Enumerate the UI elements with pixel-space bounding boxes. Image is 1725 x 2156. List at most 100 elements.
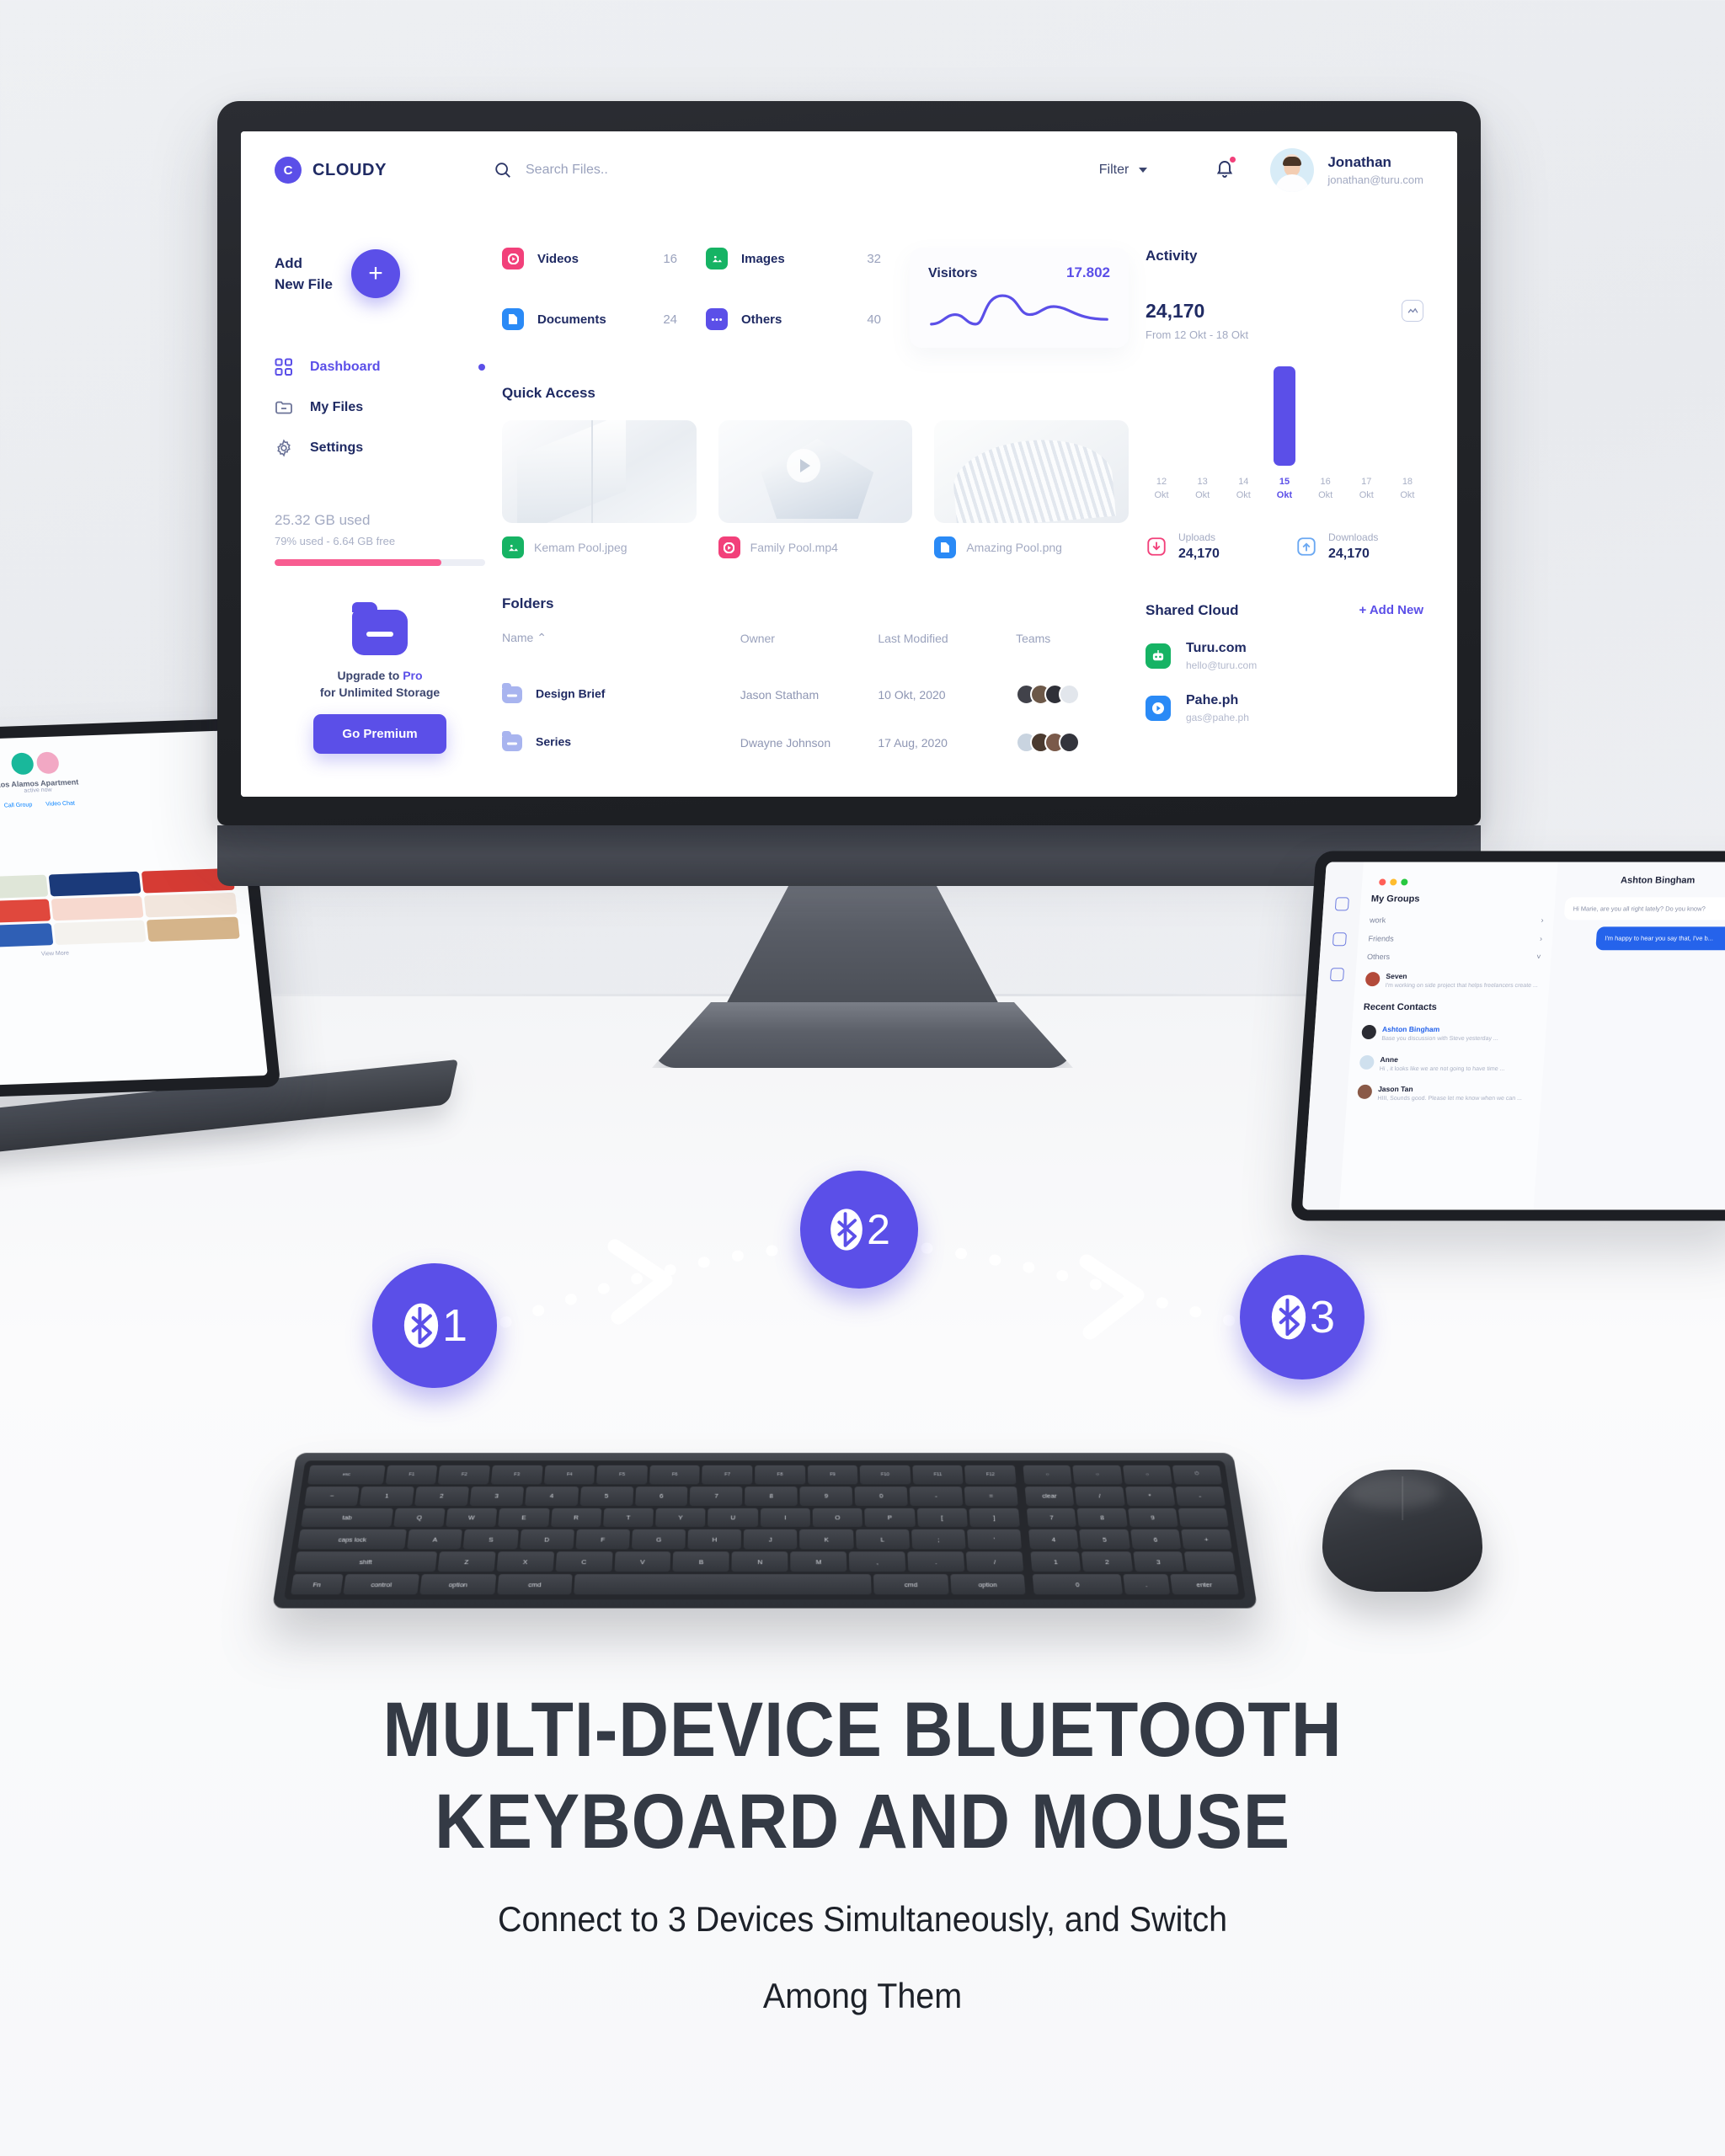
keyboard-key[interactable]: ~ bbox=[304, 1486, 360, 1506]
keyboard-key[interactable]: [ bbox=[916, 1508, 968, 1528]
keyboard-key[interactable]: O bbox=[812, 1508, 863, 1528]
keyboard-key[interactable]: Z bbox=[437, 1551, 496, 1572]
keyboard-key[interactable]: 8 bbox=[1076, 1508, 1128, 1528]
keyboard-key[interactable]: 6 bbox=[1130, 1529, 1182, 1550]
keyboard-key[interactable]: cmd bbox=[873, 1574, 949, 1595]
keyboard-key[interactable]: 6 bbox=[634, 1486, 688, 1506]
keyboard-key[interactable]: U bbox=[708, 1508, 758, 1528]
keyboard-key[interactable]: 3 bbox=[1132, 1551, 1184, 1572]
keyboard-key[interactable]: F2 bbox=[438, 1465, 491, 1485]
keyboard-key[interactable]: B bbox=[672, 1551, 730, 1572]
keyboard-key[interactable]: 0 bbox=[1032, 1574, 1124, 1595]
keyboard-key[interactable]: 5 bbox=[1079, 1529, 1130, 1550]
keyboard-key[interactable]: C bbox=[555, 1551, 613, 1572]
keyboard-key[interactable] bbox=[1183, 1551, 1236, 1572]
keyboard-key[interactable]: enter bbox=[1169, 1574, 1239, 1595]
stat-others[interactable]: Others 40 bbox=[706, 308, 881, 330]
keyboard-key[interactable]: F4 bbox=[543, 1465, 595, 1485]
sidebar-item-dashboard[interactable]: Dashboard bbox=[275, 347, 485, 387]
laptop-video-chat-button[interactable]: Video Chat bbox=[45, 801, 75, 808]
keyboard-key[interactable]: , bbox=[849, 1551, 906, 1572]
keyboard-key[interactable]: F1 bbox=[385, 1465, 438, 1485]
keyboard-key[interactable]: 0 bbox=[854, 1486, 908, 1506]
keyboard-key[interactable]: * bbox=[1124, 1486, 1176, 1506]
column-header-teams[interactable]: Teams bbox=[1016, 631, 1129, 670]
keyboard-key[interactable]: 2 bbox=[1081, 1551, 1133, 1572]
keyboard-key[interactable]: caps lock bbox=[297, 1529, 408, 1550]
go-premium-button[interactable]: Go Premium bbox=[313, 714, 446, 754]
keyboard-key[interactable]: V bbox=[614, 1551, 671, 1572]
keyboard-key[interactable]: F3 bbox=[490, 1465, 543, 1485]
shared-cloud-item[interactable]: Turu.com hello@turu.com bbox=[1146, 641, 1423, 671]
keyboard-key[interactable] bbox=[574, 1574, 872, 1595]
keyboard-key[interactable]: I bbox=[760, 1508, 810, 1528]
keyboard-key[interactable]: shift bbox=[294, 1551, 437, 1572]
keyboard-key[interactable]: = bbox=[964, 1486, 1018, 1506]
keyboard-key[interactable]: + bbox=[1180, 1529, 1232, 1550]
keyboard-key[interactable]: 3 bbox=[469, 1486, 524, 1506]
sidebar-item-settings[interactable]: Settings bbox=[275, 428, 485, 468]
keyboard-key[interactable]: F10 bbox=[859, 1465, 911, 1485]
keyboard-key[interactable]: . bbox=[907, 1551, 965, 1572]
keyboard-key[interactable]: ] bbox=[969, 1508, 1020, 1528]
keyboard-key[interactable]: E bbox=[498, 1508, 550, 1528]
list-item[interactable]: Seven I'm working on side project that h… bbox=[1365, 966, 1541, 995]
keyboard-key[interactable]: Y bbox=[655, 1508, 706, 1528]
contacts-icon[interactable] bbox=[1332, 932, 1348, 947]
keyboard-key[interactable]: 1 bbox=[359, 1486, 414, 1506]
keyboard-key[interactable]: option bbox=[419, 1574, 496, 1595]
keyboard-key[interactable]: F bbox=[575, 1529, 630, 1550]
group-item-friends[interactable]: Friends › bbox=[1368, 929, 1543, 947]
group-item-others[interactable]: Others ˅ bbox=[1366, 947, 1541, 966]
keyboard-key[interactable]: / bbox=[1075, 1486, 1125, 1506]
keyboard-key[interactable] bbox=[1178, 1508, 1229, 1528]
keyboard-key[interactable]: - bbox=[909, 1486, 964, 1506]
keyboard-key[interactable]: esc bbox=[307, 1465, 386, 1485]
keyboard-key[interactable]: 4 bbox=[1028, 1529, 1079, 1550]
keyboard-key[interactable]: control bbox=[343, 1574, 420, 1595]
keyboard-key[interactable]: / bbox=[965, 1551, 1024, 1572]
keyboard-key[interactable]: Q bbox=[393, 1508, 446, 1528]
keyboard-key[interactable]: P bbox=[864, 1508, 916, 1528]
laptop-call-group-button[interactable]: Call Group bbox=[3, 802, 32, 808]
keyboard-key[interactable]: F6 bbox=[649, 1465, 701, 1485]
notification-bell-button[interactable] bbox=[1215, 156, 1236, 184]
keyboard-key[interactable]: R bbox=[550, 1508, 602, 1528]
search-input[interactable]: Search Files.. bbox=[526, 163, 608, 178]
keyboard-key[interactable]: 7 bbox=[1026, 1508, 1077, 1528]
filter-dropdown[interactable]: Filter bbox=[1099, 163, 1148, 178]
keyboard-key[interactable]: . bbox=[1123, 1574, 1170, 1595]
add-new-button[interactable]: + Add New bbox=[1359, 603, 1423, 617]
keyboard-key[interactable]: 4 bbox=[524, 1486, 579, 1506]
quick-access-item[interactable]: Kemam Pool.jpeg bbox=[502, 420, 697, 558]
keyboard-key[interactable]: M bbox=[790, 1551, 847, 1572]
laptop-view-more-link[interactable]: View More bbox=[0, 944, 241, 963]
quick-access-item[interactable]: Amazing Pool.png bbox=[934, 420, 1129, 558]
sidebar-item-my-files[interactable]: My Files bbox=[275, 387, 485, 428]
keyboard-key[interactable]: X bbox=[496, 1551, 554, 1572]
list-item[interactable]: Jason Tan HIII, Sounds good. Please let … bbox=[1356, 1079, 1532, 1108]
brand[interactable]: C CLOUDY bbox=[275, 157, 494, 184]
keyboard-key[interactable]: A bbox=[407, 1529, 463, 1550]
add-new-file-button[interactable]: Add New File + bbox=[275, 249, 485, 298]
bluetooth-mouse[interactable] bbox=[1322, 1470, 1482, 1592]
keyboard-key[interactable]: F8 bbox=[755, 1465, 805, 1485]
pulse-icon[interactable] bbox=[1402, 300, 1423, 322]
shared-cloud-item[interactable]: Pahe.ph gas@pahe.ph bbox=[1146, 693, 1423, 723]
user-profile[interactable]: Jonathan jonathan@turu.com bbox=[1270, 148, 1423, 192]
list-item[interactable]: Ashton Bingham Base you discussion with … bbox=[1360, 1019, 1536, 1049]
bluetooth-keyboard[interactable]: esc F1 F2 F3 F4 F5 F6 F7 F8 F9 F10 F11 F12 ~1 2 3 4 5 6 7 8… bbox=[272, 1453, 1258, 1609]
apps-icon[interactable] bbox=[1329, 968, 1345, 982]
list-item[interactable]: Anne Hi , it looks like we are not going… bbox=[1359, 1049, 1535, 1079]
keyboard-key[interactable]: G bbox=[631, 1529, 686, 1550]
keyboard-key[interactable]: tab bbox=[301, 1508, 393, 1528]
column-header-name[interactable]: Name ⌃ bbox=[502, 631, 740, 670]
keyboard-key[interactable]: F7 bbox=[702, 1465, 753, 1485]
stat-documents[interactable]: Documents 24 bbox=[502, 308, 677, 330]
keyboard-key[interactable]: 9 bbox=[799, 1486, 853, 1506]
keyboard-key[interactable]: K bbox=[799, 1529, 854, 1550]
keyboard-key[interactable]: 8 bbox=[745, 1486, 798, 1506]
search-bar[interactable]: Search Files.. bbox=[494, 161, 1099, 179]
keyboard-key[interactable]: ; bbox=[911, 1529, 966, 1550]
keyboard-key[interactable]: option bbox=[949, 1574, 1026, 1595]
